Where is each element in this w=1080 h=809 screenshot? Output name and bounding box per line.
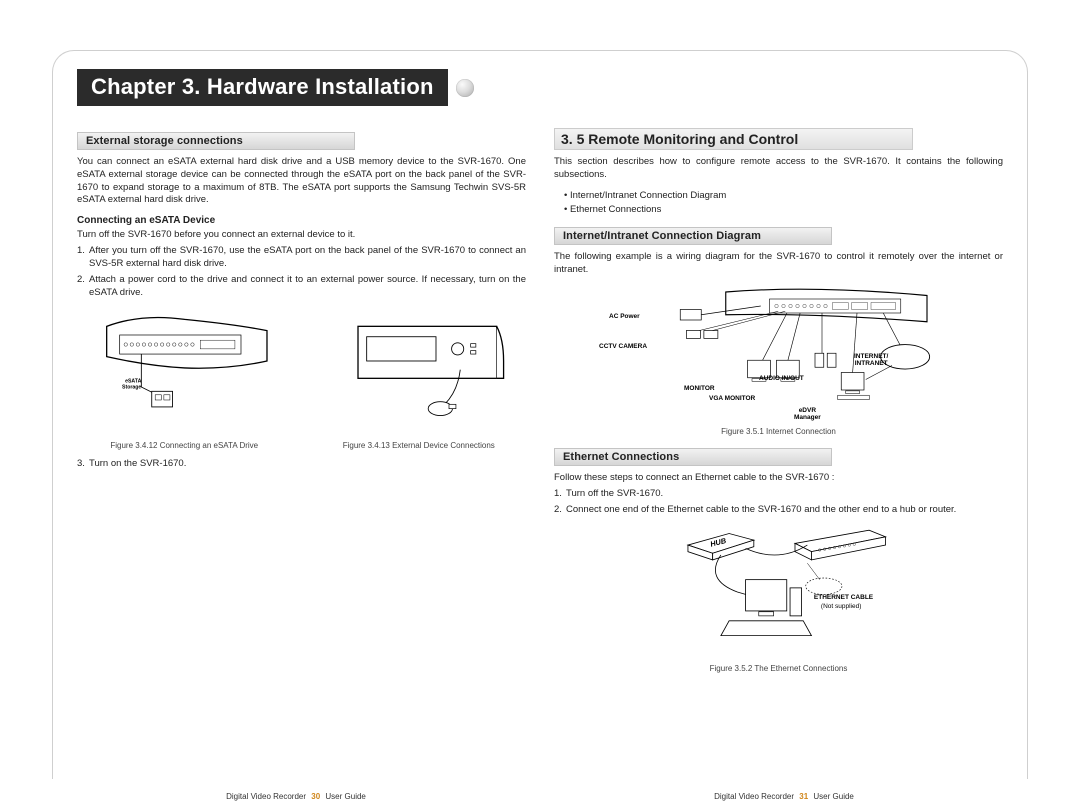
figure-3-4-13: Figure 3.4.13 External Device Connection… (312, 309, 527, 450)
ethernet-step-1: 1. Turn off the SVR-1670. (554, 488, 1003, 501)
chapter-title: Chapter 3. Hardware Installation (77, 69, 448, 106)
svg-text:Storage: Storage (122, 385, 141, 391)
external-device-diagram (312, 309, 527, 439)
internet-connection-diagram: AC Power CCTV CAMERA MONITOR VGA MONITOR… (554, 285, 1003, 425)
subsection-internet-diagram: Internet/Intranet Connection Diagram (554, 227, 832, 245)
step-text: Turn off the SVR-1670. (566, 488, 663, 501)
figure-caption: Figure 3.5.2 The Ethernet Connections (554, 664, 1003, 673)
step-number: 3. (77, 458, 89, 471)
figure-caption: Figure 3.4.12 Connecting an eSATA Drive (77, 441, 292, 450)
external-storage-intro: You can connect an eSATA external hard d… (77, 156, 526, 207)
right-column: 3. 5 Remote Monitoring and Control This … (554, 128, 1003, 673)
figure-row: eSATA Storage Figure 3.4.12 Connecting a… (77, 309, 526, 450)
step-number: 1. (77, 245, 89, 271)
subsection-external-storage: External storage connections (77, 132, 355, 150)
ethernet-step-2: 2. Connect one end of the Ethernet cable… (554, 504, 1003, 517)
page-frame: Chapter 3. Hardware Installation Externa… (52, 50, 1028, 779)
bullet-diagram: • Internet/Intranet Connection Diagram (564, 190, 1003, 203)
chapter-header: Chapter 3. Hardware Installation (77, 69, 1003, 106)
esata-step-1: 1. After you turn off the SVR-1670, use … (77, 245, 526, 271)
subsection-ethernet: Ethernet Connections (554, 448, 832, 466)
chapter-orb-icon (456, 79, 474, 97)
diagram-intro: The following example is a wiring diagra… (554, 251, 1003, 277)
footer-left: Digital Video Recorder 30 User Guide (226, 792, 366, 801)
esata-drive-diagram: eSATA Storage (77, 309, 292, 439)
page-footer: Digital Video Recorder 30 User Guide Dig… (52, 792, 1028, 801)
step-number: 1. (554, 488, 566, 501)
ethernet-intro: Follow these steps to connect an Etherne… (554, 472, 1003, 485)
left-column: External storage connections You can con… (77, 128, 526, 673)
figure-3-4-12: eSATA Storage Figure 3.4.12 Connecting a… (77, 309, 292, 450)
footer-right: Digital Video Recorder 31 User Guide (714, 792, 854, 801)
step-text: Connect one end of the Ethernet cable to… (566, 504, 956, 517)
svg-text:eSATA: eSATA (125, 379, 141, 385)
preline-turn-off: Turn off the SVR-1670 before you connect… (77, 229, 526, 242)
bullet-ethernet: • Ethernet Connections (564, 204, 1003, 217)
step-text: Attach a power cord to the drive and con… (89, 274, 526, 300)
two-column-layout: External storage connections You can con… (77, 128, 1003, 673)
step-text: Turn on the SVR-1670. (89, 458, 186, 471)
ethernet-connection-diagram: HUB (599, 522, 958, 662)
figure-caption: Figure 3.5.1 Internet Connection (554, 427, 1003, 436)
step-number: 2. (554, 504, 566, 517)
step-number: 2. (77, 274, 89, 300)
esata-step-3: 3. Turn on the SVR-1670. (77, 458, 526, 471)
step-text: After you turn off the SVR-1670, use the… (89, 245, 526, 271)
section-remote-monitoring: 3. 5 Remote Monitoring and Control (554, 128, 913, 150)
remote-intro: This section describes how to configure … (554, 156, 1003, 182)
figure-caption: Figure 3.4.13 External Device Connection… (312, 441, 527, 450)
heading-connecting-esata: Connecting an eSATA Device (77, 215, 526, 226)
esata-step-2: 2. Attach a power cord to the drive and … (77, 274, 526, 300)
